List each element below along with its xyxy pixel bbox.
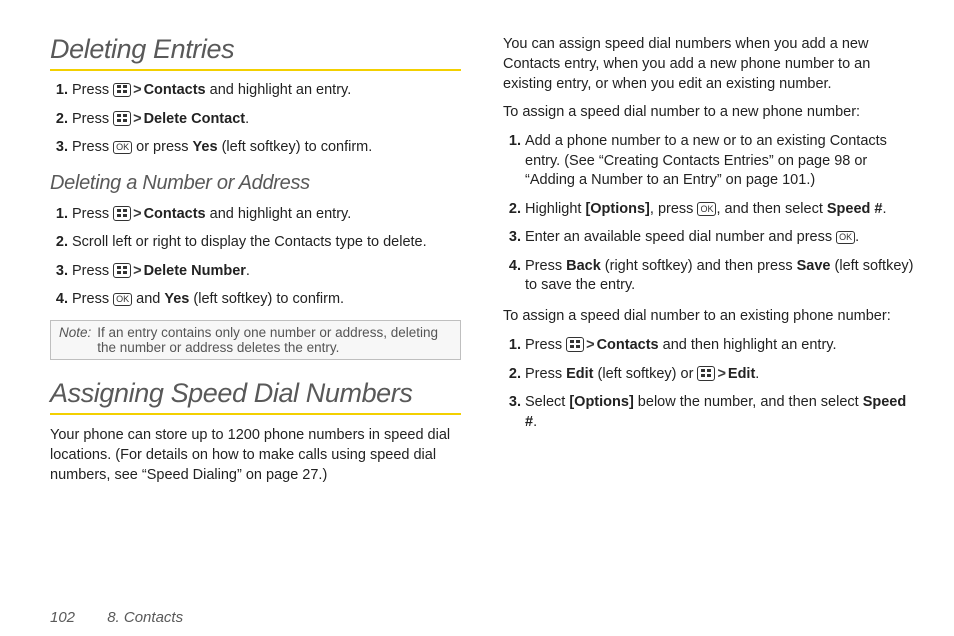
- ok-key-icon: OK: [697, 202, 716, 216]
- bold-label: Delete Number: [144, 263, 246, 279]
- bold-label: Contacts: [144, 82, 206, 98]
- heading-deleting-entries: Deleting Entries: [50, 34, 461, 71]
- menu-key-icon: [566, 337, 584, 352]
- bold-label: Speed #: [827, 201, 883, 217]
- gt-icon: >: [131, 263, 143, 279]
- bold-label: Save: [797, 258, 831, 274]
- bold-label: Back: [566, 258, 601, 274]
- step-text: Press: [525, 258, 566, 274]
- step-text: .: [245, 111, 249, 127]
- step-text: Press: [525, 366, 566, 382]
- paragraph: You can assign speed dial numbers when y…: [503, 34, 914, 94]
- bold-label: Contacts: [144, 206, 206, 222]
- step-text: Press: [72, 291, 113, 307]
- menu-key-icon: [113, 83, 131, 98]
- gt-icon: >: [131, 82, 143, 98]
- gt-icon: >: [131, 206, 143, 222]
- step-item: Press Back (right softkey) and then pres…: [525, 257, 914, 296]
- ok-key-icon: OK: [836, 231, 855, 245]
- menu-key-icon: [113, 263, 131, 278]
- step-item: Press >Contacts and then highlight an en…: [525, 336, 914, 356]
- step-item: Highlight [Options], press OK, and then …: [525, 200, 914, 220]
- step-text: Select: [525, 394, 569, 410]
- step-text: or press: [132, 139, 192, 155]
- bold-label: [Options]: [585, 201, 649, 217]
- step-item: Press >Contacts and highlight an entry.: [72, 81, 461, 101]
- bold-label: Edit: [566, 366, 593, 382]
- step-text: below the number, and then select: [634, 394, 863, 410]
- step-item: Press Edit (left softkey) or >Edit.: [525, 365, 914, 385]
- step-item: Scroll left or right to display the Cont…: [72, 233, 461, 253]
- note-box: Note: If an entry contains only one numb…: [50, 320, 461, 360]
- lead-text: To assign a speed dial number to an exis…: [503, 306, 914, 326]
- note-label: Note:: [59, 325, 91, 355]
- step-item: Press OK and Yes (left softkey) to confi…: [72, 290, 461, 310]
- step-text: .: [533, 414, 537, 430]
- step-text: and: [132, 291, 164, 307]
- page-footer: 102 8. Contacts: [50, 603, 914, 626]
- two-column-layout: Deleting Entries Press >Contacts and hig…: [50, 30, 914, 593]
- gt-icon: >: [715, 366, 727, 382]
- step-text: Add a phone number to a new or to an exi…: [525, 133, 887, 188]
- step-text: .: [755, 366, 759, 382]
- step-item: Press OK or press Yes (left softkey) to …: [72, 138, 461, 158]
- step-item: Press >Delete Contact.: [72, 110, 461, 130]
- steps-assign-existing: Press >Contacts and then highlight an en…: [503, 336, 914, 432]
- step-item: Press >Delete Number.: [72, 262, 461, 282]
- menu-key-icon: [113, 206, 131, 221]
- step-text: Highlight: [525, 201, 585, 217]
- menu-key-icon: [113, 111, 131, 126]
- step-text: and highlight an entry.: [206, 206, 352, 222]
- heading-speed-dial: Assigning Speed Dial Numbers: [50, 378, 461, 415]
- lead-text: To assign a speed dial number to a new p…: [503, 102, 914, 122]
- bold-label: Yes: [193, 139, 218, 155]
- step-text: (left softkey) to confirm.: [218, 139, 373, 155]
- step-item: Add a phone number to a new or to an exi…: [525, 132, 914, 191]
- left-column: Deleting Entries Press >Contacts and hig…: [50, 30, 461, 593]
- step-text: and highlight an entry.: [206, 82, 352, 98]
- step-text: Press: [525, 337, 566, 353]
- step-text: (left softkey) to confirm.: [189, 291, 344, 307]
- bold-label: Delete Contact: [144, 111, 246, 127]
- step-text: , press: [650, 201, 698, 217]
- right-column: You can assign speed dial numbers when y…: [503, 30, 914, 593]
- step-item: Press >Contacts and highlight an entry.: [72, 205, 461, 225]
- bold-label: Edit: [728, 366, 755, 382]
- step-text: Enter an available speed dial number and…: [525, 229, 836, 245]
- step-text: .: [855, 229, 859, 245]
- manual-page: Deleting Entries Press >Contacts and hig…: [0, 0, 954, 636]
- step-text: .: [246, 263, 250, 279]
- step-text: Press: [72, 82, 113, 98]
- step-text: and then highlight an entry.: [659, 337, 837, 353]
- step-text: Press: [72, 263, 113, 279]
- ok-key-icon: OK: [113, 141, 132, 155]
- step-text: , and then select: [716, 201, 826, 217]
- steps-deleting-entries: Press >Contacts and highlight an entry. …: [50, 81, 461, 158]
- step-text: (left softkey) or: [593, 366, 697, 382]
- menu-key-icon: [697, 366, 715, 381]
- steps-deleting-number: Press >Contacts and highlight an entry. …: [50, 205, 461, 310]
- gt-icon: >: [584, 337, 596, 353]
- subheading-deleting-number: Deleting a Number or Address: [50, 172, 461, 195]
- step-item: Select [Options] below the number, and t…: [525, 393, 914, 432]
- gt-icon: >: [131, 111, 143, 127]
- section-label: 8. Contacts: [107, 609, 183, 626]
- step-text: Press: [72, 139, 113, 155]
- step-text: .: [883, 201, 887, 217]
- bold-label: [Options]: [569, 394, 633, 410]
- step-text: Scroll left or right to display the Cont…: [72, 234, 427, 250]
- step-text: Press: [72, 111, 113, 127]
- step-text: Press: [72, 206, 113, 222]
- bold-label: Contacts: [597, 337, 659, 353]
- steps-assign-new: Add a phone number to a new or to an exi…: [503, 132, 914, 296]
- step-text: (right softkey) and then press: [601, 258, 797, 274]
- step-item: Enter an available speed dial number and…: [525, 228, 914, 248]
- page-number: 102: [50, 609, 75, 626]
- note-text: If an entry contains only one number or …: [97, 325, 452, 355]
- paragraph: Your phone can store up to 1200 phone nu…: [50, 425, 461, 485]
- ok-key-icon: OK: [113, 293, 132, 307]
- bold-label: Yes: [164, 291, 189, 307]
